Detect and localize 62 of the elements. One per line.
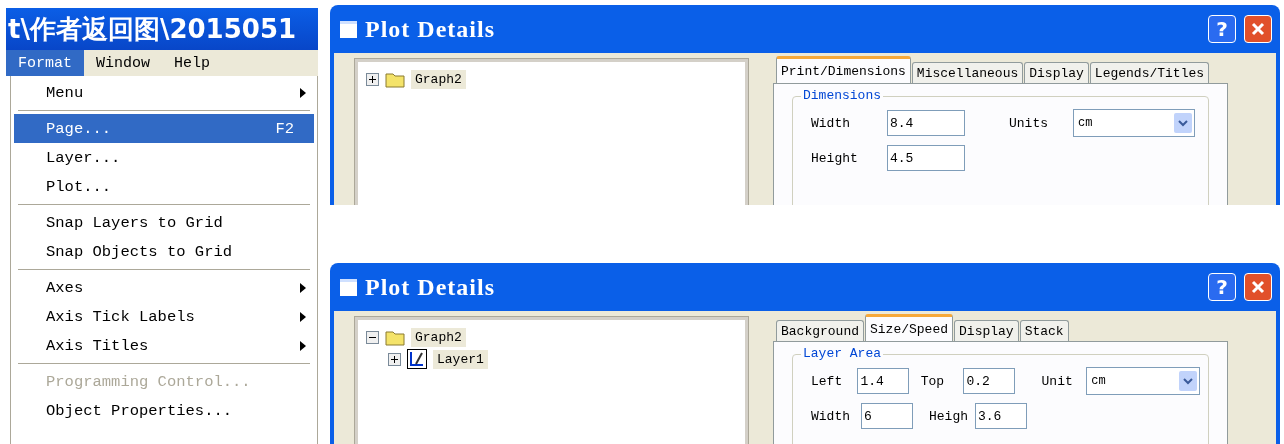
folder-icon bbox=[385, 70, 405, 88]
field-label: Width bbox=[811, 408, 850, 424]
window-icon bbox=[340, 20, 357, 38]
field-label: Unit bbox=[1041, 373, 1073, 389]
plus-icon bbox=[391, 355, 398, 363]
close-icon bbox=[1251, 280, 1265, 294]
tree-item[interactable]: Graph2 bbox=[411, 327, 466, 347]
window-title: t\作者返回图\2015051 bbox=[6, 8, 318, 50]
close-button[interactable] bbox=[1244, 15, 1272, 43]
input-field[interactable]: 4.5 bbox=[887, 145, 965, 171]
menu-item[interactable]: Snap Layers to Grid bbox=[14, 208, 314, 237]
field-label: Top bbox=[920, 373, 945, 389]
folder-icon bbox=[385, 328, 405, 346]
tab[interactable]: Legends/Titles bbox=[1089, 62, 1210, 83]
tab[interactable]: Miscellaneous bbox=[911, 62, 1024, 83]
menu-item[interactable]: Layer... bbox=[14, 143, 314, 172]
help-button[interactable]: ? bbox=[1208, 15, 1236, 43]
help-button[interactable]: ? bbox=[1208, 273, 1236, 301]
menu-item[interactable]: Axis Titles bbox=[14, 331, 314, 360]
tab[interactable]: Display bbox=[1024, 62, 1089, 83]
input-field[interactable]: 1.4 bbox=[857, 368, 910, 394]
input-field[interactable]: 3.6 bbox=[975, 403, 1027, 429]
close-button[interactable] bbox=[1244, 273, 1272, 301]
input-field[interactable]: 0.2 bbox=[963, 368, 1016, 394]
tab[interactable]: Display bbox=[954, 320, 1019, 341]
tab[interactable]: Stack bbox=[1019, 320, 1069, 341]
unit-dropdown[interactable]: cm bbox=[1086, 367, 1200, 395]
input-field[interactable]: 8.4 bbox=[887, 110, 965, 136]
window-icon bbox=[340, 278, 357, 296]
chevron-down-icon bbox=[1174, 113, 1192, 133]
field-label: Left bbox=[811, 373, 843, 389]
menu-item[interactable]: Page... F2 bbox=[14, 114, 314, 143]
layer-icon bbox=[407, 349, 427, 369]
dialog-title: Plot Details bbox=[365, 273, 496, 301]
chevron-down-icon bbox=[1179, 371, 1197, 391]
menu-item[interactable]: Snap Objects to Grid bbox=[14, 237, 314, 266]
group-title: Layer Area bbox=[801, 346, 883, 361]
menu-item[interactable]: Object Properties... bbox=[14, 396, 314, 425]
menu-item[interactable]: Axis Tick Labels bbox=[14, 302, 314, 331]
expand-button[interactable] bbox=[388, 352, 401, 366]
expand-button[interactable] bbox=[366, 72, 379, 86]
collapse-button[interactable] bbox=[366, 330, 379, 344]
field-label: Width bbox=[811, 115, 850, 131]
field-label: Height bbox=[811, 150, 858, 166]
plus-icon bbox=[369, 75, 376, 83]
menu-bar-item[interactable]: Help bbox=[162, 50, 223, 76]
tab[interactable]: Size/Speed bbox=[865, 314, 954, 341]
field-label: Units bbox=[1009, 115, 1048, 131]
menu-bar-item[interactable]: Format bbox=[6, 50, 84, 76]
menu-bar-item[interactable]: Window bbox=[84, 50, 163, 76]
unit-dropdown[interactable]: cm bbox=[1073, 109, 1195, 137]
tab[interactable]: Print/Dimensions bbox=[776, 56, 911, 83]
close-icon bbox=[1251, 22, 1265, 36]
field-label: Heigh bbox=[929, 408, 968, 424]
menu-item[interactable]: Plot... bbox=[14, 172, 314, 201]
menu-item[interactable]: Axes bbox=[14, 273, 314, 302]
dialog-title: Plot Details bbox=[365, 15, 496, 43]
tree-item[interactable]: Graph2 bbox=[411, 69, 466, 89]
input-field[interactable]: 6 bbox=[861, 403, 913, 429]
menu-item[interactable]: Menu bbox=[14, 78, 314, 107]
tab[interactable]: Background bbox=[776, 320, 864, 341]
tree-item[interactable]: Layer1 bbox=[433, 349, 488, 369]
